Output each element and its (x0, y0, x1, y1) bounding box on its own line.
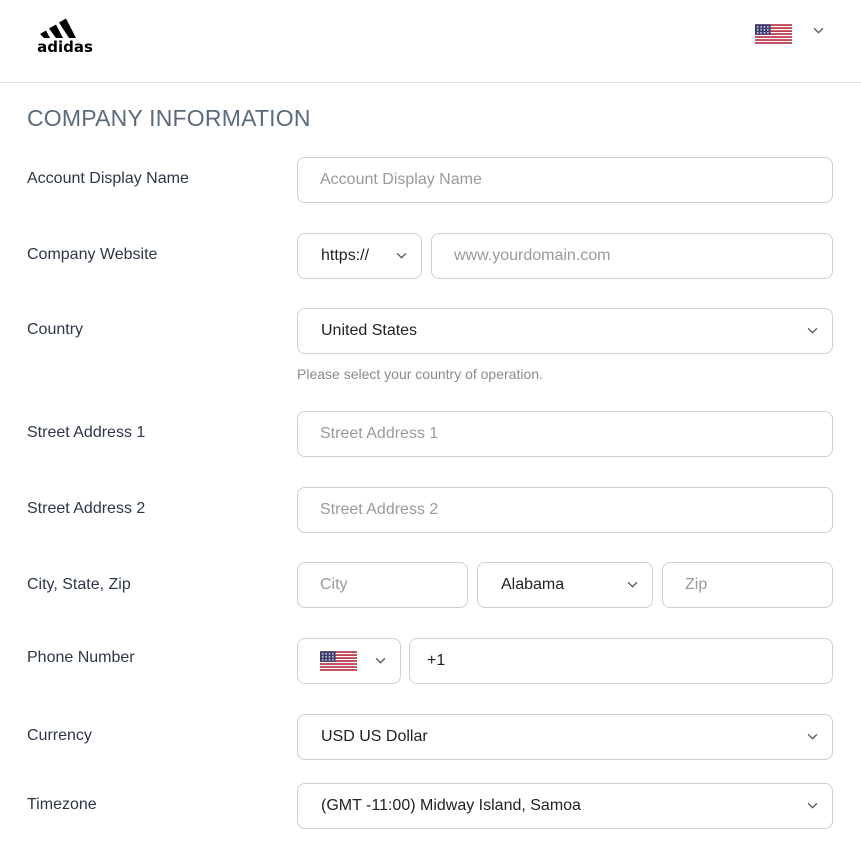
us-flag-icon (320, 651, 357, 671)
city-field (297, 562, 468, 608)
state-select[interactable]: Alabama (477, 562, 653, 608)
street-address-2-label: Street Address 2 (27, 500, 146, 517)
account-display-name-field (297, 157, 833, 203)
country-value: United States (321, 322, 418, 339)
state-value: Alabama (501, 576, 565, 593)
phone-input[interactable] (410, 639, 832, 683)
adidas-logo[interactable]: adidas (34, 13, 96, 55)
website-input[interactable] (432, 234, 832, 278)
brand-name: adidas (37, 38, 93, 55)
zip-input[interactable] (663, 563, 832, 607)
timezone-value: (GMT -11:00) Midway Island, Samoa (321, 797, 581, 814)
country-select[interactable]: United States (297, 308, 833, 354)
chevron-down-icon (627, 581, 638, 588)
city-state-zip-label: City, State, Zip (27, 576, 131, 593)
language-selector[interactable] (755, 23, 830, 45)
timezone-select[interactable]: (GMT -11:00) Midway Island, Samoa (297, 783, 833, 829)
account-display-name-input[interactable] (298, 158, 832, 202)
chevron-down-icon (807, 802, 818, 809)
chevron-down-icon (396, 252, 407, 259)
website-field (431, 233, 833, 279)
phone-country-select[interactable] (297, 638, 401, 684)
protocol-value: https:// (321, 247, 370, 264)
street-address-1-field (297, 411, 833, 457)
street-address-1-input[interactable] (298, 412, 832, 456)
country-hint: Please select your country of operation. (297, 366, 543, 382)
company-website-label: Company Website (27, 246, 158, 263)
protocol-select[interactable]: https:// (297, 233, 422, 279)
currency-select[interactable]: USD US Dollar (297, 714, 833, 760)
us-flag-icon (755, 24, 792, 44)
currency-value: USD US Dollar (321, 728, 428, 745)
street-address-2-field (297, 487, 833, 533)
chevron-down-icon (807, 733, 818, 740)
zip-field (662, 562, 833, 608)
page-title: COMPANY INFORMATION (27, 105, 311, 131)
header: adidas (0, 0, 861, 83)
account-display-name-label: Account Display Name (27, 170, 189, 187)
phone-field (409, 638, 833, 684)
phone-number-label: Phone Number (27, 649, 135, 666)
timezone-label: Timezone (27, 796, 97, 813)
city-input[interactable] (298, 563, 467, 607)
street-address-2-input[interactable] (298, 488, 832, 532)
chevron-down-icon (813, 27, 824, 34)
country-label: Country (27, 321, 84, 338)
chevron-down-icon (807, 327, 818, 334)
street-address-1-label: Street Address 1 (27, 424, 146, 441)
chevron-down-icon (375, 657, 386, 664)
currency-label: Currency (27, 727, 92, 744)
